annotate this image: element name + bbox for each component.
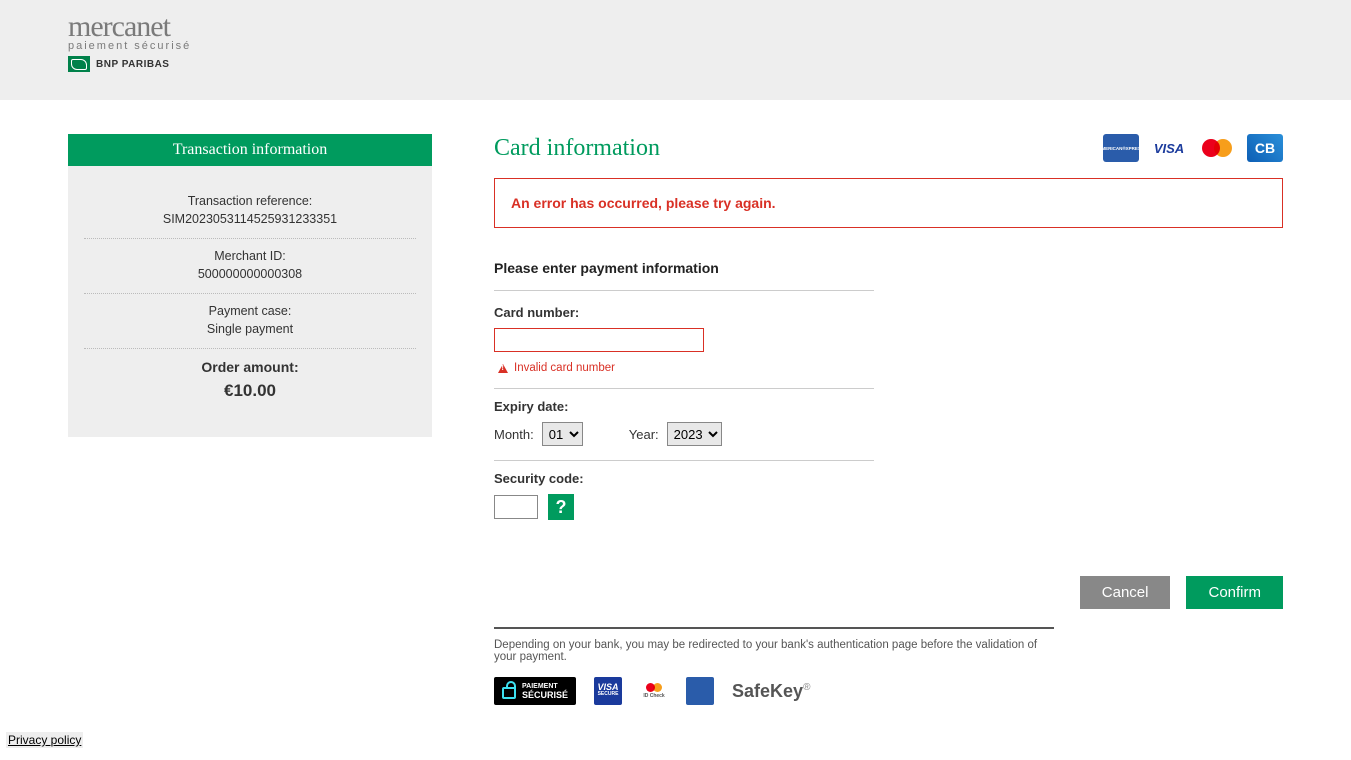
tx-ref-label: Transaction reference:: [84, 194, 416, 208]
card-number-input[interactable]: [494, 328, 704, 352]
payment-case-value: Single payment: [84, 322, 416, 336]
header-bar: mercanet paiement sécurisé BNP PARIBAS: [0, 0, 1351, 100]
page-title: Card information: [494, 135, 660, 162]
card-number-error: Invalid card number: [494, 362, 874, 374]
paiement-securise-badge: PAIEMENT SÉCURISÉ: [494, 677, 576, 705]
error-banner: An error has occurred, please try again.: [494, 178, 1283, 228]
card-number-label: Card number:: [494, 305, 874, 320]
card-number-group: Card number: Invalid card number: [494, 295, 874, 389]
cancel-button[interactable]: Cancel: [1080, 576, 1171, 609]
mastercard-idcheck-badge: ID Check: [640, 677, 668, 705]
safekey-logo: SafeKey®: [732, 681, 810, 702]
tx-ref-value: SIM2023053114525931233351: [84, 212, 416, 226]
merchant-value: 500000000000308: [84, 267, 416, 281]
expiry-label: Expiry date:: [494, 399, 874, 414]
bnp-stars-icon: [68, 56, 90, 72]
mercanet-logo: mercanet paiement sécurisé BNP PARIBAS: [68, 10, 191, 72]
confirm-button[interactable]: Confirm: [1186, 576, 1283, 609]
month-label: Month:: [494, 427, 534, 442]
transaction-reference-row: Transaction reference: SIM20230531145259…: [84, 184, 416, 239]
transaction-sidebar: Transaction information Transaction refe…: [68, 134, 432, 437]
order-amount-row: Order amount: €10.00: [84, 349, 416, 413]
amex-blue-badge: [686, 677, 714, 705]
order-amount-value: €10.00: [84, 381, 416, 401]
order-amount-label: Order amount:: [84, 359, 416, 375]
accepted-cards: VISA: [1103, 134, 1283, 162]
lock-icon: [502, 687, 516, 699]
main-panel: Card information VISA An error has occur…: [494, 134, 1283, 705]
mastercard-logo-icon: [1199, 134, 1235, 162]
warning-icon: [498, 364, 508, 373]
cvv-help-button[interactable]: ?: [548, 494, 574, 520]
merchant-id-row: Merchant ID: 500000000000308: [84, 239, 416, 294]
amex-logo-icon: [1103, 134, 1139, 162]
year-select[interactable]: 2023: [667, 422, 722, 446]
year-label: Year:: [629, 427, 659, 442]
payment-case-label: Payment case:: [84, 304, 416, 318]
sidebar-title: Transaction information: [68, 134, 432, 166]
expiry-group: Expiry date: Month: 01 Year: 2023: [494, 389, 874, 461]
visa-secure-badge: VISA SECURE: [594, 677, 622, 705]
action-buttons: Cancel Confirm: [494, 576, 1283, 609]
redirect-note: Depending on your bank, you may be redir…: [494, 627, 1054, 663]
visa-logo-icon: VISA: [1151, 134, 1187, 162]
card-error-text: Invalid card number: [514, 362, 615, 374]
cvv-label: Security code:: [494, 471, 874, 486]
cb-logo-icon: [1247, 134, 1283, 162]
bank-name: BNP PARIBAS: [96, 59, 169, 70]
bnp-logo: BNP PARIBAS: [68, 56, 191, 72]
brand-name: mercanet: [68, 10, 191, 44]
cvv-input[interactable]: [494, 495, 538, 519]
merchant-label: Merchant ID:: [84, 249, 416, 263]
cvv-group: Security code: ?: [494, 461, 874, 534]
form-heading: Please enter payment information: [494, 260, 874, 291]
privacy-policy-link[interactable]: Privacy policy: [6, 732, 83, 748]
payment-case-row: Payment case: Single payment: [84, 294, 416, 349]
security-logos: PAIEMENT SÉCURISÉ VISA SECURE ID Check S…: [494, 677, 1283, 705]
month-select[interactable]: 01: [542, 422, 583, 446]
